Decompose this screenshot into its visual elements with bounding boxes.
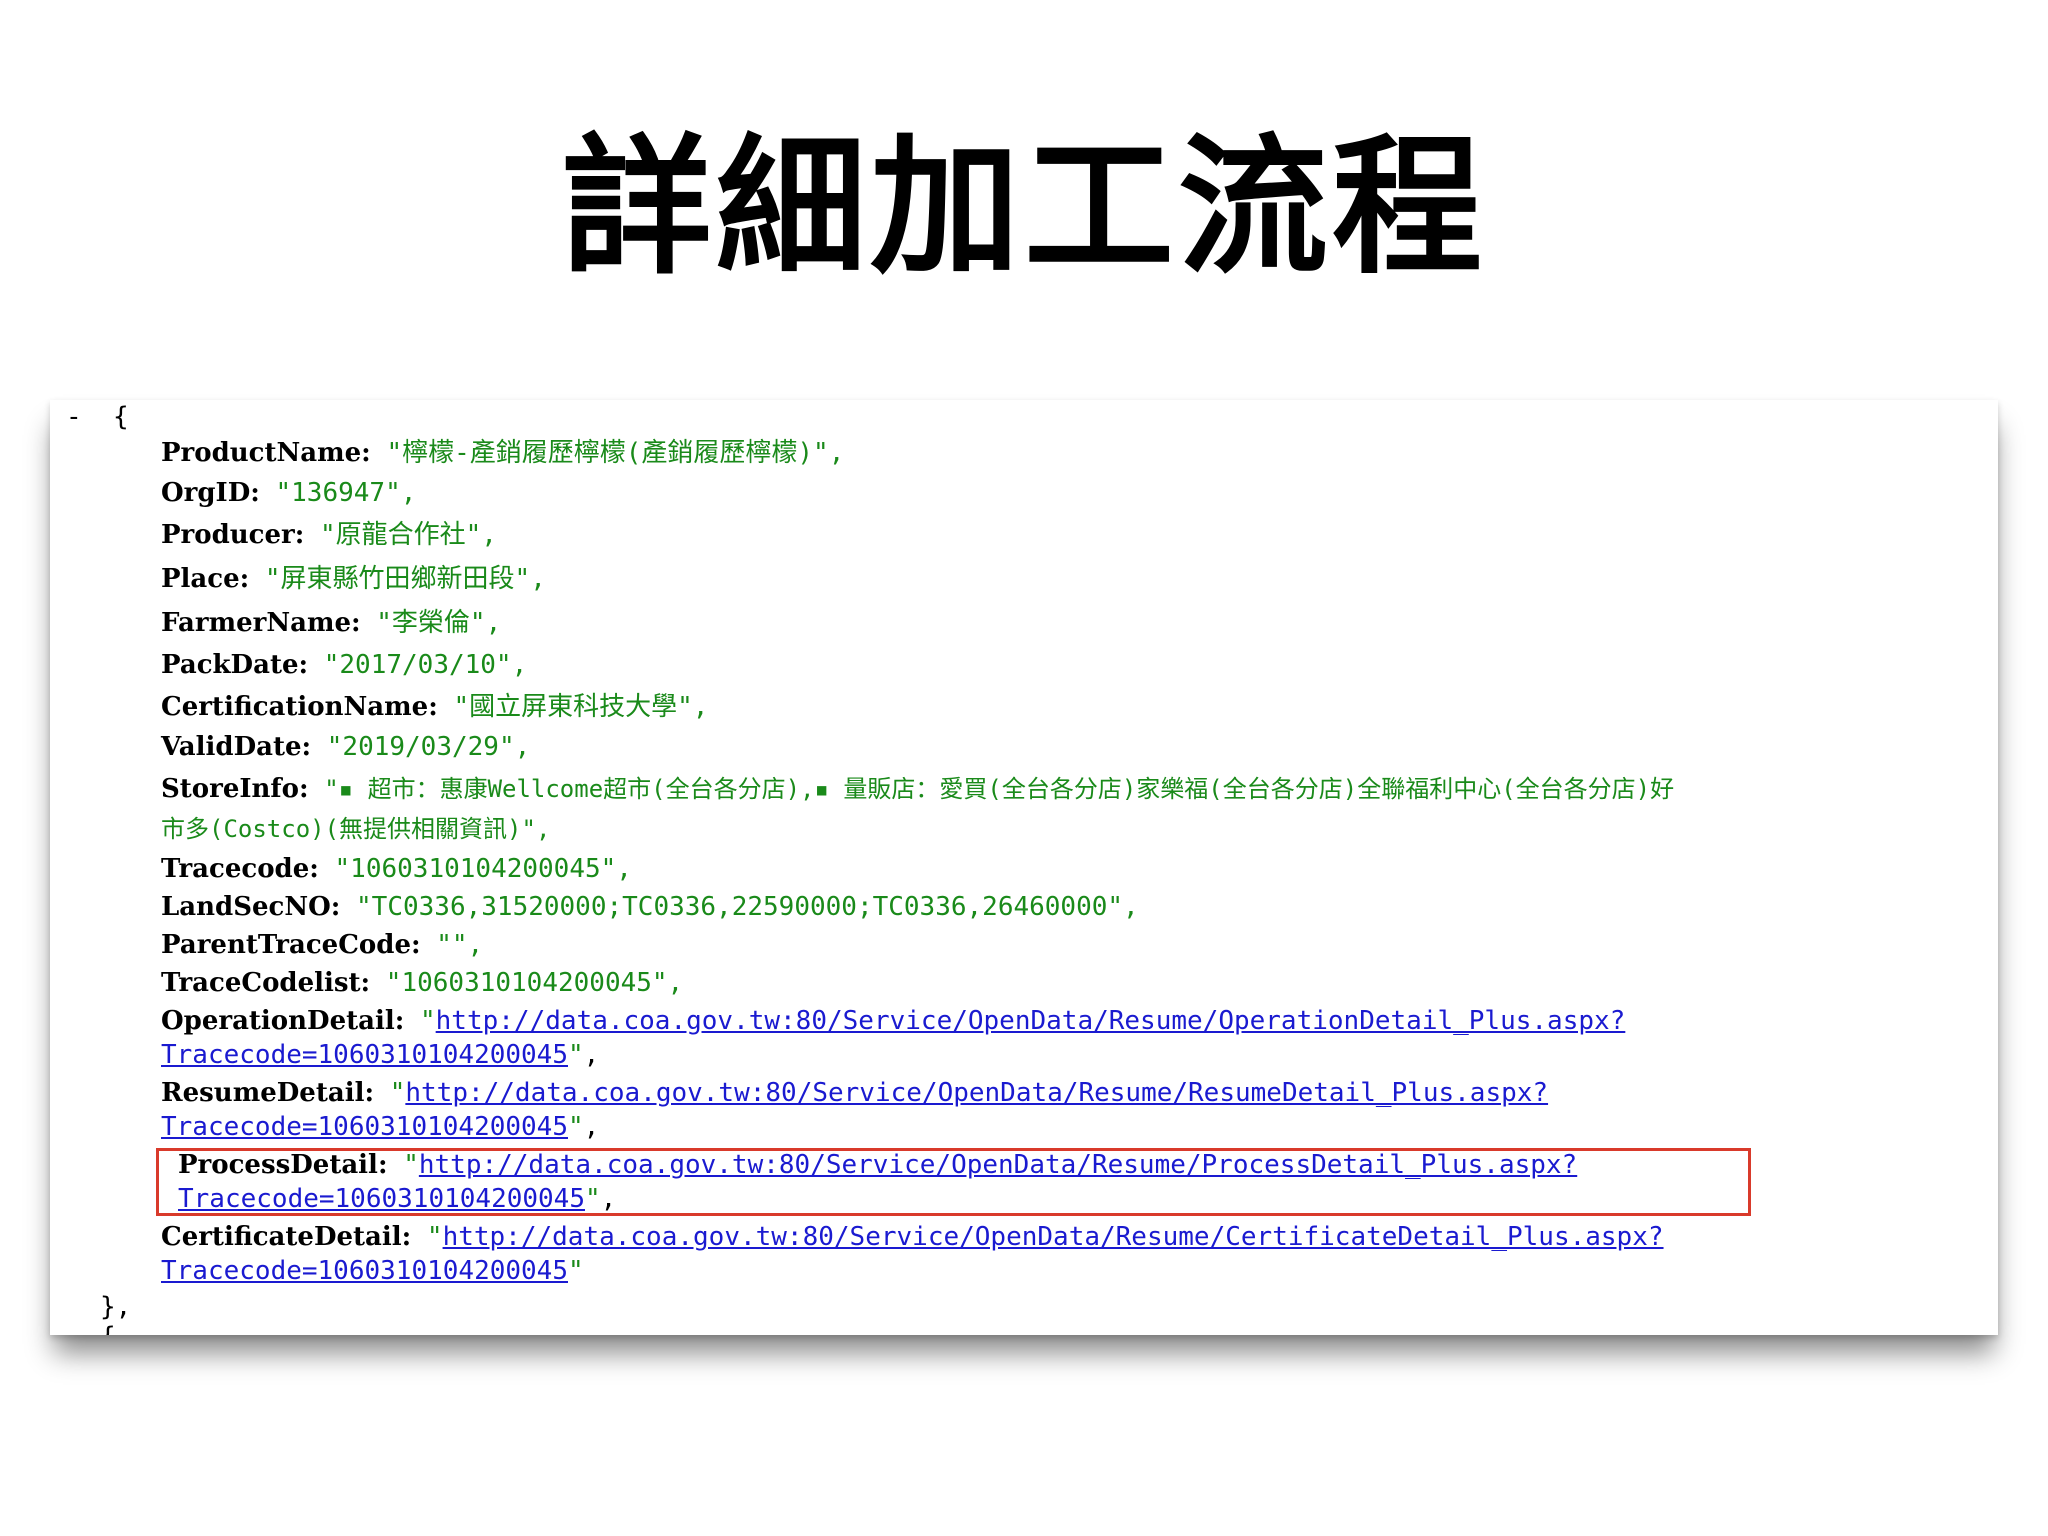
value-valid-date: "2019/03/29", (326, 732, 531, 762)
field-operation-detail-continued: Tracecode=1060310104200045", (161, 1038, 599, 1072)
field-pack-date: PackDate: "2017/03/10", (161, 648, 527, 682)
link-certificate-detail-line1[interactable]: http://data.coa.gov.tw:80/Service/OpenDa… (443, 1222, 1664, 1252)
key-operation-detail: OperationDetail: (161, 1006, 405, 1036)
link-operation-detail-line2[interactable]: Tracecode=1060310104200045 (161, 1040, 568, 1070)
field-land-sec-no: LandSecNO: "TC0336,31520000;TC0336,22590… (161, 890, 1139, 924)
value-producer: "原龍合作社", (320, 520, 497, 550)
field-place: Place: "屏東縣竹田鄉新田段", (161, 562, 546, 596)
field-product-name: ProductName: "檸檬-產銷履歷檸檬(產銷履歷檸檬)", (161, 436, 844, 470)
field-certificate-detail-continued: Tracecode=1060310104200045" (161, 1254, 584, 1288)
key-product-name: ProductName: (161, 438, 371, 468)
link-resume-detail-line2[interactable]: Tracecode=1060310104200045 (161, 1112, 568, 1142)
link-process-detail-line2[interactable]: Tracecode=1060310104200045 (178, 1184, 585, 1214)
field-trace-code-list: TraceCodelist: "1060310104200045", (161, 966, 683, 1000)
field-valid-date: ValidDate: "2019/03/29", (161, 730, 530, 764)
json-viewer: - { ProductName: "檸檬-產銷履歷檸檬(產銷履歷檸檬)", Or… (50, 400, 1998, 1335)
close-brace: }, (100, 1292, 132, 1322)
slide-title: 詳細加工流程 (561, 121, 1486, 295)
value-store-info-line2: 市多(Costco)(無提供相關資訊)", (161, 815, 551, 843)
field-process-detail-continued: Tracecode=1060310104200045", (178, 1182, 616, 1216)
next-object-brace: { (100, 1320, 116, 1335)
key-store-info: StoreInfo: (161, 774, 309, 804)
field-store-info: StoreInfo: "▪ 超市：惠康Wellcome超市(全台各分店),▪ 量… (161, 772, 1674, 806)
value-land-sec-no: "TC0336,31520000;TC0336,22590000;TC0336,… (356, 892, 1139, 922)
link-certificate-detail-line2[interactable]: Tracecode=1060310104200045 (161, 1256, 568, 1286)
key-trace-code-list: TraceCodelist: (161, 968, 371, 998)
value-farmer-name: "李榮倫", (376, 608, 502, 638)
field-producer: Producer: "原龍合作社", (161, 518, 497, 552)
key-valid-date: ValidDate: (161, 732, 312, 762)
key-org-id: OrgID: (161, 478, 260, 508)
comma: , (583, 1112, 600, 1142)
collapse-toggle[interactable]: - { (66, 400, 129, 434)
value-certification-name: "國立屏東科技大學", (453, 692, 709, 722)
key-farmer-name: FarmerName: (161, 608, 361, 638)
field-store-info-continued: 市多(Costco)(無提供相關資訊)", (161, 812, 550, 846)
quote-open: " (403, 1150, 419, 1180)
quote-open: " (420, 1006, 436, 1036)
quote-open: " (389, 1078, 406, 1108)
field-resume-detail-continued: Tracecode=1060310104200045", (161, 1110, 599, 1144)
key-place: Place: (161, 564, 250, 594)
value-tracecode: "1060310104200045", (334, 854, 632, 884)
comma: , (583, 1040, 600, 1070)
comma: , (600, 1184, 617, 1214)
quote-open: " (426, 1222, 443, 1252)
field-certificate-detail: CertificateDetail: "http://data.coa.gov.… (161, 1220, 1664, 1254)
field-operation-detail: OperationDetail: "http://data.coa.gov.tw… (161, 1004, 1625, 1038)
key-parent-trace-code: ParentTraceCode: (161, 930, 421, 960)
field-org-id: OrgID: "136947", (161, 476, 416, 510)
value-parent-trace-code: "", (436, 930, 484, 960)
field-farmer-name: FarmerName: "李榮倫", (161, 606, 501, 640)
field-tracecode: Tracecode: "1060310104200045", (161, 852, 632, 886)
key-producer: Producer: (161, 520, 305, 550)
field-process-detail: ProcessDetail: "http://data.coa.gov.tw:8… (178, 1148, 1577, 1182)
link-resume-detail-line1[interactable]: http://data.coa.gov.tw:80/Service/OpenDa… (405, 1078, 1548, 1108)
value-place: "屏東縣竹田鄉新田段", (264, 564, 546, 594)
value-org-id: "136947", (275, 478, 417, 508)
field-parent-trace-code: ParentTraceCode: "", (161, 928, 483, 962)
key-certificate-detail: CertificateDetail: (161, 1222, 412, 1252)
key-tracecode: Tracecode: (161, 854, 319, 884)
field-certification-name: CertificationName: "國立屏東科技大學", (161, 690, 708, 724)
link-process-detail-line1[interactable]: http://data.coa.gov.tw:80/Service/OpenDa… (419, 1150, 1577, 1180)
quote-close: " (568, 1112, 584, 1142)
quote-close: " (585, 1184, 601, 1214)
value-store-info-line1: "▪ 超市：惠康Wellcome超市(全台各分店),▪ 量販店：愛買(全台各分店… (324, 775, 1675, 803)
key-process-detail: ProcessDetail: (178, 1150, 388, 1180)
collapse-toggle-icon[interactable]: - (66, 402, 82, 432)
field-resume-detail: ResumeDetail: "http://data.coa.gov.tw:80… (161, 1076, 1548, 1110)
value-trace-code-list: "1060310104200045", (385, 968, 684, 998)
key-pack-date: PackDate: (161, 650, 309, 680)
link-operation-detail-line1[interactable]: http://data.coa.gov.tw:80/Service/OpenDa… (436, 1006, 1626, 1036)
value-product-name: "檸檬-產銷履歷檸檬(產銷履歷檸檬)", (386, 438, 845, 468)
open-brace: { (112, 402, 129, 432)
key-land-sec-no: LandSecNO: (161, 892, 341, 922)
key-resume-detail: ResumeDetail: (161, 1078, 375, 1108)
key-certification-name: CertificationName: (161, 692, 438, 722)
value-pack-date: "2017/03/10", (323, 650, 528, 680)
quote-close: " (568, 1256, 584, 1286)
quote-close: " (568, 1040, 584, 1070)
